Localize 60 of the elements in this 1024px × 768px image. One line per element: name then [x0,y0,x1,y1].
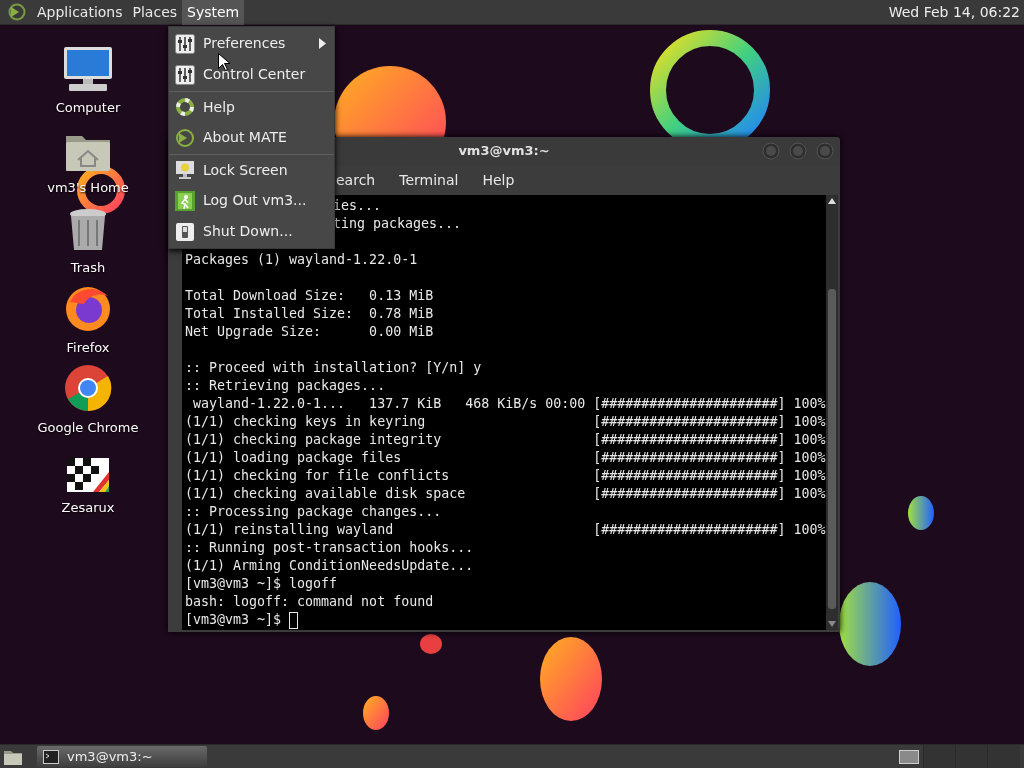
terminal-line: Packages (1) wayland-1.22.0-1 [185,251,418,269]
terminal-line: :: Proceed with installation? [Y/n] y [185,359,482,377]
terminal-prompt: [vm3@vm3 ~]$ [185,611,282,629]
terminal-line: bash: logoff: command not found [185,593,434,611]
chrome-icon [64,364,112,412]
scrollbar-thumb[interactable] [828,289,836,609]
desktop-icon-label[interactable]: Google Chrome [37,418,139,438]
menu-item[interactable]: Lock Screen [169,154,334,185]
taskbar-button[interactable]: vm3@vm3:~ [37,746,207,767]
terminal-line: :: Retrieving packages... [185,377,386,395]
menu-item[interactable]: Log Out vm3... [169,185,334,216]
monitor-icon [63,46,113,92]
terminal-line: (1/1) checking for file conflicts [######################] 100% [185,467,826,485]
terminal-line: [vm3@vm3 ~]$ logoff [185,575,338,593]
terminal-line: (1/1) Arming ConditionNeedsUpdate... [185,557,474,575]
desktop-icon-label[interactable]: Firefox [66,338,110,358]
desktop-icon-label[interactable]: Computer [55,98,121,118]
terminal-menu-item[interactable]: earch [336,169,376,191]
sliders-icon [175,64,195,85]
terminal-line: :: Processing package changes... [185,503,442,521]
trash-icon [69,208,107,252]
menu-item[interactable]: Shut Down... [169,216,334,247]
window-title: vm3@vm3:~ [458,142,550,161]
panel-menu[interactable]: System [182,0,245,25]
menu-item[interactable]: Help [169,91,334,122]
mate-logo-icon [175,127,195,148]
terminal-line: (1/1) checking package integrity [######################] 100% [185,431,826,449]
terminal-line: Net Upgrade Size: 0.00 MiB [185,323,434,341]
submenu-arrow-icon [319,38,326,49]
terminal-line: ting packages... [333,215,462,233]
terminal-line: :: Running post-transaction hooks... [185,539,474,557]
terminal-line: (1/1) checking keys in keyring [######################] 100% [185,413,826,431]
scroll-down-arrow-icon[interactable] [828,621,836,627]
exit-icon [175,190,195,211]
terminal-cursor [289,611,299,629]
menu-item[interactable]: Preferences [169,28,334,59]
lock-monitor-icon [175,160,195,180]
terminal-line: (1/1) loading package files [######################] 100% [185,449,826,467]
terminal-menu-item[interactable]: Help [482,169,515,191]
desktop-icon-label[interactable]: Zesarux [61,498,115,518]
terminal-menu-item[interactable]: Terminal [399,169,459,191]
panel-menu[interactable]: Applications [32,0,128,25]
power-switch-icon [175,221,195,242]
terminal-line: wayland-1.22.0-1... 137.7 KiB 468 KiB/s 00:00 [######################] 100% [192,395,826,413]
desktop-icon-label[interactable]: Trash [70,258,106,278]
panel-menu[interactable]: Places [127,0,183,25]
menu-item[interactable]: About MATE [169,122,334,153]
scroll-up-arrow-icon[interactable] [828,198,836,204]
lifebuoy-icon [175,97,195,117]
terminal-line: (1/1) reinstalling wayland [######################] 100% [185,521,826,539]
fox-globe-icon [64,284,112,332]
terminal-line: ies... [333,197,382,215]
terminal-icon [43,749,59,764]
terminal-line: Total Download Size: 0.13 MiB [185,287,434,305]
checkered-flag-icon [67,458,109,492]
terminal-line: Total Installed Size: 0.78 MiB [185,305,434,323]
terminal-line: (1/1) checking available disk space [######################] 100% [185,485,826,503]
clock[interactable]: Wed Feb 14, 06:22 [888,1,1020,23]
sliders-icon [175,33,195,54]
mate-logo-icon [8,3,26,21]
